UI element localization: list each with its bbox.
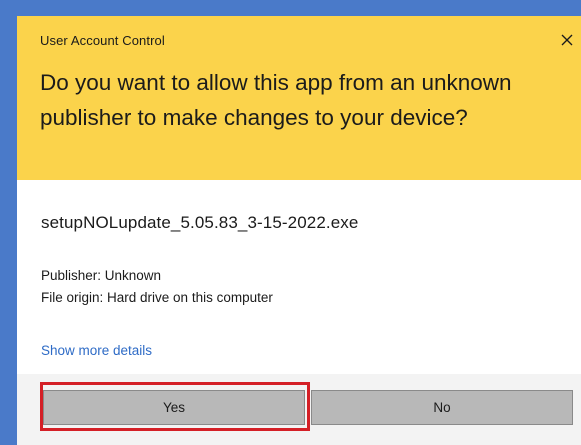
publisher-text: Publisher: Unknown xyxy=(41,268,162,283)
close-button[interactable] xyxy=(555,28,579,52)
dialog-title: User Account Control xyxy=(40,33,165,48)
file-origin-text: File origin: Hard drive on this computer xyxy=(41,290,273,305)
no-button[interactable]: No xyxy=(311,390,573,425)
yes-button[interactable]: Yes xyxy=(43,390,305,425)
dialog-question: Do you want to allow this app from an un… xyxy=(40,70,512,130)
show-more-details-link[interactable]: Show more details xyxy=(41,343,152,358)
app-name: setupNOLupdate_5.05.83_3-15-2022.exe xyxy=(41,213,359,232)
button-row: Yes No xyxy=(17,374,581,445)
dialog-header: User Account Control Do you want to allo… xyxy=(17,16,581,180)
uac-dialog: User Account Control Do you want to allo… xyxy=(17,16,581,445)
close-icon xyxy=(561,34,573,46)
